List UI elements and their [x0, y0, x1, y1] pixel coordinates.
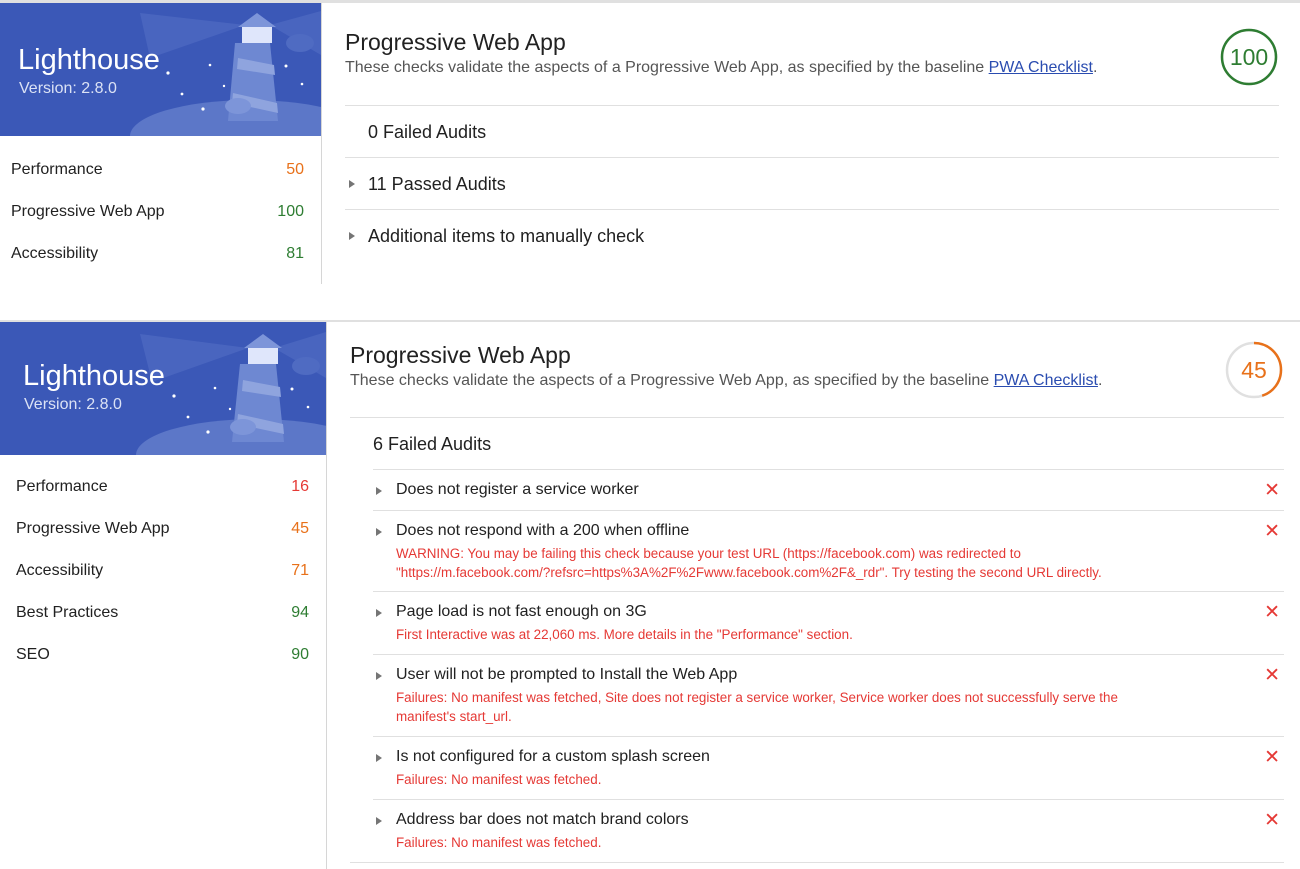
audit-detail: Failures: No manifest was fetched.	[396, 835, 602, 850]
audit-title: User will not be prompted to Install the…	[396, 666, 738, 683]
lighthouse-header: Lighthouse Version: 2.8.0	[0, 322, 326, 455]
expand-triangle-icon[interactable]	[376, 487, 382, 495]
fail-x-icon: ✕	[1264, 665, 1280, 686]
audit-item[interactable]: Page load is not fast enough on 3G ✕ First…	[373, 591, 1284, 655]
report-main: Progressive Web App These checks validat…	[350, 322, 1300, 869]
audit-detail: Failures: No manifest was fetched, Site …	[396, 690, 1118, 724]
app-title: Lighthouse	[23, 360, 165, 392]
category-item[interactable]: Accessibility 71	[0, 550, 326, 592]
app-title: Lighthouse	[18, 44, 160, 76]
audit-detail: First Interactive was at 22,060 ms. More…	[396, 627, 853, 642]
score-value: 100	[1229, 44, 1269, 70]
category-label: Accessibility	[16, 562, 104, 579]
report-main: Progressive Web App These checks validat…	[345, 3, 1300, 284]
category-score: 90	[291, 646, 309, 663]
pwa-checklist-link[interactable]: PWA Checklist	[989, 59, 1093, 76]
category-score: 100	[277, 203, 304, 220]
divider	[350, 862, 1284, 863]
category-list: Performance 50 Progressive Web App 100 Acces…	[0, 149, 321, 275]
audit-title: Address bar does not match brand colors	[396, 811, 689, 828]
group-label: 11 Passed Audits	[368, 174, 506, 194]
category-item[interactable]: Performance 16	[0, 466, 326, 508]
category-score: 94	[291, 604, 309, 621]
section-description-text: These checks validate the aspects of a P…	[350, 372, 994, 389]
category-label: SEO	[16, 646, 50, 663]
category-item[interactable]: Accessibility 81	[0, 233, 321, 275]
app-version: Version: 2.8.0	[24, 396, 122, 413]
category-label: Progressive Web App	[16, 520, 170, 537]
pwa-checklist-link[interactable]: PWA Checklist	[994, 372, 1098, 389]
section-description-end: .	[1097, 372, 1103, 389]
passed-audits-group[interactable]: 11 Passed Audits	[345, 157, 1279, 210]
audit-item[interactable]: Is not configured for a custom splash sc…	[373, 736, 1284, 800]
category-label: Performance	[11, 161, 103, 178]
category-score: 81	[286, 245, 304, 262]
audit-detail: Failures: No manifest was fetched.	[396, 772, 602, 787]
sidebar: Lighthouse Version: 2.8.0 Performance 50 P…	[0, 3, 322, 284]
group-label: 0 Failed Audits	[368, 122, 487, 142]
report-panel-2: Lighthouse Version: 2.8.0 Performance 16 P…	[0, 320, 1300, 869]
fail-x-icon: ✕	[1264, 521, 1280, 542]
category-label: Best Practices	[16, 604, 119, 621]
audit-item[interactable]: Does not register a service worker ✕	[373, 469, 1284, 511]
category-item[interactable]: SEO 90	[0, 634, 326, 676]
category-score: 16	[291, 478, 309, 495]
fail-x-icon: ✕	[1264, 480, 1280, 501]
sidebar: Lighthouse Version: 2.8.0 Performance 16 P…	[0, 322, 327, 869]
audit-title: Does not respond with a 200 when offline	[396, 522, 690, 539]
category-score: 50	[286, 161, 304, 178]
group-label: 6 Failed Audits	[373, 434, 492, 454]
category-list: Performance 16 Progressive Web App 45 Access…	[0, 466, 326, 676]
expand-triangle-icon[interactable]	[376, 817, 382, 825]
audit-title: Does not register a service worker	[396, 481, 639, 498]
audit-item[interactable]: Does not respond with a 200 when offline…	[373, 510, 1284, 592]
section-title: Progressive Web App	[350, 342, 571, 368]
expand-triangle-icon[interactable]	[376, 754, 382, 762]
report-panel-1: Lighthouse Version: 2.8.0 Performance 50 P…	[0, 0, 1300, 284]
expand-triangle-icon[interactable]	[376, 528, 382, 536]
manual-checks-group[interactable]: Additional items to manually check	[345, 209, 1279, 262]
section-description-end: .	[1092, 59, 1098, 76]
audit-item[interactable]: Address bar does not match brand colors ✕…	[373, 799, 1284, 863]
failed-audits-group: 0 Failed Audits	[345, 105, 1279, 158]
lighthouse-header: Lighthouse Version: 2.8.0	[0, 3, 321, 136]
section-description-text: These checks validate the aspects of a P…	[345, 59, 989, 76]
section-description: These checks validate the aspects of a P…	[345, 59, 1097, 77]
expand-triangle-icon[interactable]	[376, 672, 382, 680]
section-description: These checks validate the aspects of a P…	[350, 372, 1102, 390]
category-item[interactable]: Progressive Web App 45	[0, 508, 326, 550]
category-item[interactable]: Progressive Web App 100	[0, 191, 321, 233]
score-gauge: 45	[1224, 340, 1284, 400]
group-label: Additional items to manually check	[368, 226, 645, 246]
category-label: Progressive Web App	[11, 203, 165, 220]
app-version: Version: 2.8.0	[19, 80, 117, 97]
audit-title: Is not configured for a custom splash sc…	[396, 748, 710, 765]
section-title: Progressive Web App	[345, 29, 566, 55]
expand-triangle-icon[interactable]	[349, 232, 355, 240]
category-label: Performance	[16, 478, 108, 495]
score-gauge: 100	[1219, 27, 1279, 87]
audit-detail: WARNING: You may be failing this check b…	[396, 546, 1102, 580]
failed-audits-group: 6 Failed Audits	[350, 417, 1284, 470]
expand-triangle-icon[interactable]	[376, 609, 382, 617]
fail-x-icon: ✕	[1264, 810, 1280, 831]
fail-x-icon: ✕	[1264, 747, 1280, 768]
category-label: Accessibility	[11, 245, 99, 262]
category-item[interactable]: Best Practices 94	[0, 592, 326, 634]
category-score: 45	[291, 520, 309, 537]
category-item[interactable]: Performance 50	[0, 149, 321, 191]
expand-triangle-icon[interactable]	[349, 180, 355, 188]
score-value: 45	[1241, 357, 1267, 383]
fail-x-icon: ✕	[1264, 602, 1280, 623]
audit-item[interactable]: User will not be prompted to Install the…	[373, 654, 1284, 737]
audit-title: Page load is not fast enough on 3G	[396, 603, 647, 620]
category-score: 71	[291, 562, 309, 579]
